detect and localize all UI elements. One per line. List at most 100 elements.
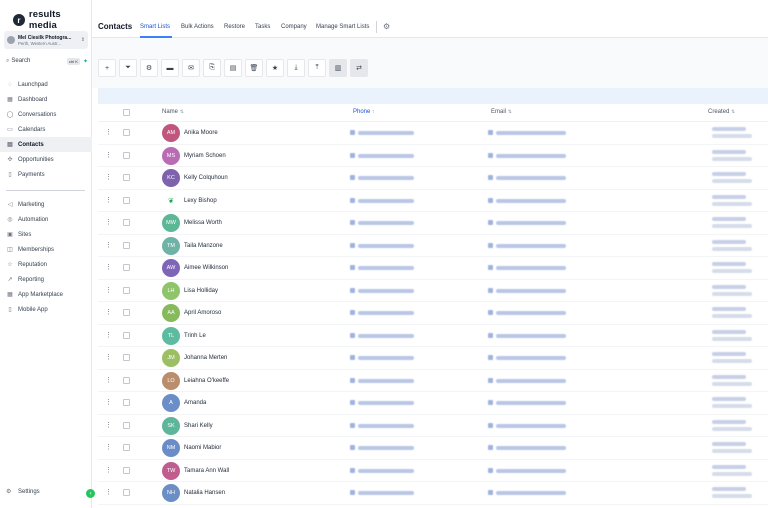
phone-value-redacted[interactable] [358, 221, 414, 225]
contact-name[interactable]: Johanna Merten [184, 355, 227, 361]
phone-value-redacted[interactable] [358, 198, 414, 203]
email-value-redacted[interactable] [496, 288, 566, 293]
table-row[interactable]: ⋮ TW Tamara Ann Wall [98, 460, 768, 482]
more-options-icon[interactable]: ⋮ [105, 151, 112, 159]
tab-bulk-actions[interactable]: Bulk Actions [181, 24, 214, 30]
table-row[interactable]: ⋮ MS Myriam Schoen [98, 145, 768, 167]
stats-button[interactable]: ▥ [329, 59, 347, 77]
contact-name[interactable]: Taila Manzone [184, 243, 223, 249]
sidebar-item-conversations[interactable]: ◯ Conversations [0, 107, 92, 122]
table-row[interactable]: ⋮ A Amanda [98, 392, 768, 415]
sms-button[interactable]: ▬ [161, 59, 179, 77]
email-value-redacted[interactable] [496, 356, 566, 360]
contact-name[interactable]: Shari Kelly [184, 423, 213, 429]
contact-name[interactable]: Aimee Wilkinson [184, 265, 228, 271]
phone-value-redacted[interactable] [358, 288, 414, 293]
email-value-redacted[interactable] [496, 378, 566, 383]
contact-name[interactable]: Kelly Colquhoun [184, 175, 228, 181]
sidebar-item-launchpad[interactable]: ◌ Launchpad [0, 77, 92, 92]
email-value-redacted[interactable] [496, 131, 566, 135]
more-options-icon[interactable]: ⋮ [105, 443, 112, 451]
more-options-icon[interactable]: ⋮ [105, 286, 112, 294]
phone-value-redacted[interactable] [358, 401, 414, 405]
table-row[interactable]: ⋮ AW Aimee Wilkinson [98, 257, 768, 280]
table-row[interactable]: ⋮ ❦ Lexy Bishop [98, 190, 768, 212]
contact-name[interactable]: Leiahna O'keeffe [184, 378, 229, 384]
more-options-icon[interactable]: ⋮ [105, 353, 112, 361]
phone-value-redacted[interactable] [358, 176, 414, 180]
sidebar-item-sites[interactable]: ▣ Sites [0, 227, 92, 242]
row-checkbox[interactable] [123, 151, 130, 159]
row-checkbox[interactable] [123, 421, 130, 429]
email-value-redacted[interactable] [496, 221, 566, 225]
contact-name[interactable]: Melissa Worth [184, 220, 222, 226]
merge-button[interactable]: ⇄ [350, 59, 368, 77]
phone-value-redacted[interactable] [358, 131, 414, 135]
sidebar-item-dashboard[interactable]: ▦ Dashboard [0, 92, 92, 107]
row-checkbox[interactable] [123, 241, 130, 249]
contact-name[interactable]: Tamara Ann Wall [184, 468, 229, 474]
upload-button[interactable]: ⤒ [308, 59, 326, 77]
contact-name[interactable]: Anika Moore [184, 130, 218, 136]
sidebar-item-settings[interactable]: ⚙ Settings [6, 488, 40, 496]
row-checkbox[interactable] [123, 489, 130, 496]
phone-value-redacted[interactable] [358, 423, 414, 428]
more-options-icon[interactable]: ⋮ [105, 466, 112, 474]
filter-button[interactable]: ⏷ [119, 59, 137, 77]
phone-value-redacted[interactable] [358, 333, 414, 338]
star-button[interactable]: ★ [266, 59, 284, 77]
row-checkbox[interactable] [123, 444, 130, 451]
row-checkbox[interactable] [123, 196, 130, 204]
table-row[interactable]: ⋮ TL Trinh Le [98, 325, 768, 347]
sidebar-item-mobile-app[interactable]: ▯ Mobile App [0, 302, 92, 317]
column-header-name[interactable]: Name ⇅ [162, 109, 184, 115]
table-row[interactable]: ⋮ AA April Amoroso [98, 302, 768, 325]
sidebar-item-reporting[interactable]: ↗ Reporting [0, 272, 92, 287]
row-checkbox[interactable] [123, 354, 130, 361]
email-value-redacted[interactable] [496, 311, 566, 315]
email-button[interactable]: ✉ [182, 59, 200, 77]
phone-value-redacted[interactable] [358, 491, 414, 495]
copy-button[interactable]: ⎘ [203, 59, 221, 77]
phone-value-redacted[interactable] [358, 356, 414, 360]
sidebar-item-automation[interactable]: ◎ Automation [0, 212, 92, 227]
email-value-redacted[interactable] [496, 401, 566, 405]
sidebar-item-memberships[interactable]: ◫ Memberships [0, 242, 92, 257]
account-switcher[interactable]: Mel Ciesilk Photogra... Perth, Western A… [4, 31, 88, 49]
sidebar-item-app-marketplace[interactable]: ▦ App Marketplace [0, 287, 92, 302]
phone-value-redacted[interactable] [358, 311, 414, 315]
phone-value-redacted[interactable] [358, 153, 414, 158]
phone-value-redacted[interactable] [358, 266, 414, 270]
table-row[interactable]: ⋮ LH Lisa Holliday [98, 280, 768, 302]
tab-company[interactable]: Company [281, 24, 307, 30]
brand-logo[interactable]: r results media [13, 9, 91, 31]
column-header-email[interactable]: Email ⇅ [491, 109, 512, 115]
more-options-icon[interactable]: ⋮ [105, 331, 112, 339]
contact-name[interactable]: Natalia Hansen [184, 490, 225, 496]
more-options-icon[interactable]: ⋮ [105, 376, 112, 384]
more-options-icon[interactable]: ⋮ [105, 308, 112, 316]
tab-restore[interactable]: Restore [224, 24, 245, 30]
email-value-redacted[interactable] [496, 176, 566, 180]
sidebar-item-payments[interactable]: ▯ Payments [0, 167, 92, 182]
row-checkbox[interactable] [123, 174, 130, 181]
collapse-sidebar-button[interactable]: ‹ [86, 489, 95, 498]
row-checkbox[interactable] [123, 264, 130, 271]
email-value-redacted[interactable] [496, 423, 566, 428]
table-row[interactable]: ⋮ TM Taila Manzone [98, 235, 768, 257]
gear-icon[interactable]: ⚙ [383, 22, 390, 31]
sidebar-item-reputation[interactable]: ☆ Reputation [0, 257, 92, 272]
phone-value-redacted[interactable] [358, 243, 414, 248]
table-row[interactable]: ⋮ LO Leiahna O'keeffe [98, 370, 768, 392]
tab-manage-smart-lists[interactable]: Manage Smart Lists [316, 24, 369, 30]
automation-button[interactable]: ⚙ [140, 59, 158, 77]
email-value-redacted[interactable] [496, 153, 566, 158]
table-row[interactable]: ⋮ SK Shari Kelly [98, 415, 768, 437]
contact-name[interactable]: Amanda [184, 400, 206, 406]
sidebar-item-calendars[interactable]: ▭ Calendars [0, 122, 92, 137]
contact-name[interactable]: April Amoroso [184, 310, 221, 316]
row-checkbox[interactable] [123, 219, 130, 226]
table-row[interactable]: ⋮ AM Anika Moore [98, 122, 768, 145]
table-row[interactable]: ⋮ NM Naomi Mabior [98, 437, 768, 460]
more-options-icon[interactable]: ⋮ [105, 421, 112, 429]
